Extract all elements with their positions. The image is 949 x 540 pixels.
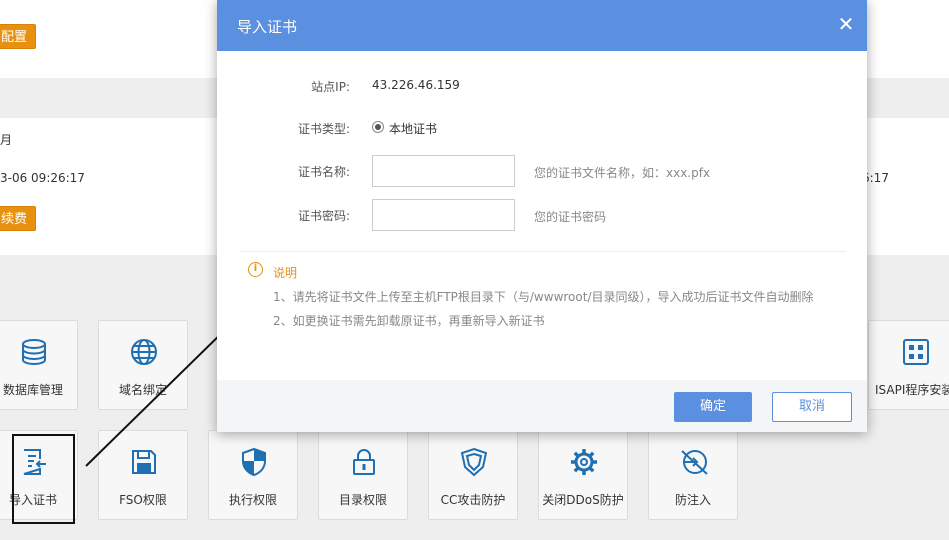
dialog-footer: 确定 取消 [217, 380, 867, 432]
confirm-button[interactable]: 确定 [674, 392, 752, 422]
import-certificate-dialog: 导入证书 ✕ 站点IP: 43.226.46.159 证书类型: 本地证书 证书… [217, 0, 867, 432]
divider [239, 251, 846, 252]
dialog-title: 导入证书 [237, 18, 298, 36]
cert-password-hint: 您的证书密码 [534, 210, 607, 224]
dialog-header: 导入证书 ✕ [217, 0, 867, 51]
cert-password-label: 证书密码: [297, 209, 350, 223]
info-icon: i [248, 262, 263, 277]
cert-type-label: 证书类型: [297, 122, 350, 136]
close-icon[interactable]: ✕ [837, 13, 855, 35]
note-line: 2、如更换证书需先卸载原证书，再重新导入新证书 [273, 314, 545, 328]
site-ip-value: 43.226.46.159 [372, 78, 460, 92]
site-ip-row: 站点IP: 43.226.46.159 [217, 70, 867, 102]
local-cert-radio-label[interactable]: 本地证书 [389, 120, 437, 137]
local-cert-radio[interactable] [372, 121, 384, 133]
site-ip-label: 站点IP: [311, 80, 350, 94]
cancel-button[interactable]: 取消 [772, 392, 852, 422]
note-title: 说明 [273, 266, 298, 280]
cert-name-label: 证书名称: [297, 165, 350, 179]
cert-name-hint: 您的证书文件名称，如：xxx.pfx [534, 166, 711, 180]
cert-password-input[interactable] [372, 199, 515, 231]
cert-password-row: 证书密码: 您的证书密码 [217, 199, 867, 231]
cert-name-row: 证书名称: 您的证书文件名称，如：xxx.pfx [217, 155, 867, 187]
cert-type-row: 证书类型: 本地证书 [217, 112, 867, 144]
cert-name-input[interactable] [372, 155, 515, 187]
note-line: 1、请先将证书文件上传至主机FTP根目录下（与/wwwroot/目录同级），导入… [273, 290, 814, 304]
